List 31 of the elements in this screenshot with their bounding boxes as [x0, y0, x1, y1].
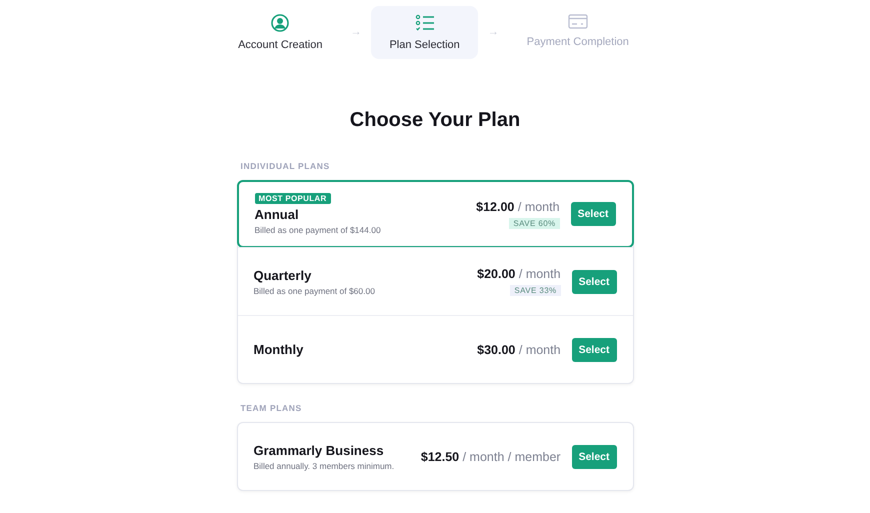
plan-name: Grammarly Business — [254, 442, 384, 458]
plan-name: Monthly — [254, 342, 304, 357]
page-title: Choose Your Plan — [350, 109, 520, 132]
plan-name: Quarterly — [254, 268, 312, 282]
billing-note: Billed as one payment of $60.00 — [254, 286, 375, 296]
billing-note: Billed annually. 3 members minimum. — [254, 460, 394, 470]
popular-badge: MOST POPULAR — [254, 193, 331, 204]
savings-badge: SAVE 33% — [510, 285, 561, 296]
select-button[interactable]: Select — [572, 338, 616, 362]
section-label: TEAM PLANS — [240, 403, 302, 413]
select-button[interactable]: Select — [570, 202, 616, 226]
arrow-icon: → — [350, 26, 362, 38]
step-tab[interactable]: Account Creation — [220, 6, 340, 59]
step-label: Plan Selection — [389, 39, 460, 51]
arrow-icon: → — [488, 26, 499, 38]
plan-price: $12.00 / month — [476, 200, 560, 214]
step-tab[interactable]: Plan Selection — [371, 6, 478, 59]
plan-name: Annual — [254, 207, 299, 222]
plan-price: $20.00 / month — [477, 267, 561, 281]
checklist-icon — [414, 14, 435, 32]
credit-card-icon — [568, 14, 588, 29]
select-button[interactable]: Select — [572, 444, 616, 468]
plan-price: $12.50 / month / member — [420, 450, 561, 464]
section-label: INDIVIDUAL PLANS — [240, 161, 330, 171]
step-label: Payment Completion — [526, 36, 629, 48]
select-button[interactable]: Select — [572, 270, 616, 294]
user-icon — [271, 14, 290, 32]
billing-note: Billed as one payment of $144.00 — [254, 225, 381, 235]
step-label: Account Creation — [238, 39, 322, 51]
plan-price: $30.00 / month — [477, 342, 561, 356]
savings-badge: SAVE 60% — [509, 218, 560, 228]
